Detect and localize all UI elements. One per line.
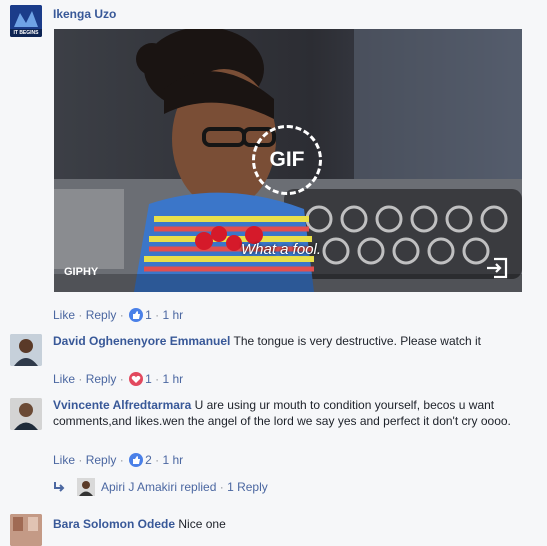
comment-author[interactable]: David Oghenenyore Emmanuel	[53, 334, 230, 348]
avatar-image	[10, 398, 42, 430]
giphy-attribution[interactable]: GIPHY	[64, 266, 98, 278]
reply-count[interactable]: 1 Reply	[227, 480, 268, 494]
avatar[interactable]	[10, 334, 42, 366]
avatar[interactable]	[10, 398, 42, 430]
reply-button[interactable]: Reply	[86, 453, 117, 467]
like-button[interactable]: Like	[53, 372, 75, 386]
comment-actions: Like · Reply · 1 · 1 hr	[53, 371, 183, 387]
separator: ·	[78, 372, 83, 386]
comment-text: The tongue is very destructive. Please w…	[233, 334, 481, 348]
comment: Bara Solomon Odede Nice one	[53, 516, 226, 532]
reaction-count[interactable]: 1	[145, 308, 152, 322]
gif-caption: What a fool.	[241, 241, 322, 258]
replied-label: replied	[180, 480, 217, 494]
reaction-count[interactable]: 2	[145, 453, 152, 467]
comment-actions: Like · Reply · 1 · 1 hr	[53, 307, 183, 323]
separator: ·	[155, 372, 160, 386]
gif-attachment[interactable]: GIF What a fool. GIPHY	[54, 29, 522, 292]
avatar[interactable]	[10, 514, 42, 546]
comment-author[interactable]: Ikenga Uzo	[53, 7, 116, 21]
separator: ·	[78, 308, 83, 322]
like-reaction-icon[interactable]	[129, 453, 144, 467]
separator: ·	[219, 480, 224, 494]
separator: ·	[119, 372, 124, 386]
avatar-image	[10, 334, 42, 366]
separator: ·	[155, 308, 160, 322]
comment-author[interactable]: Bara Solomon Odede	[53, 517, 175, 531]
expand-icon[interactable]	[485, 257, 509, 279]
like-reaction-icon[interactable]	[129, 308, 144, 322]
reply-button[interactable]: Reply	[86, 372, 117, 386]
timestamp[interactable]: 1 hr	[162, 308, 183, 322]
reaction-count[interactable]: 1	[145, 372, 152, 386]
avatar-caption: IT BEGINS	[13, 30, 39, 36]
like-button[interactable]: Like	[53, 308, 75, 322]
avatar-image	[10, 514, 42, 546]
comment: Vvincente Alfredtarmara U are using ur m…	[53, 397, 523, 429]
replier-avatar	[77, 478, 95, 496]
comment-text: Nice one	[178, 517, 226, 531]
separator: ·	[78, 453, 83, 467]
comment-actions: Like · Reply · 2 · 1 hr	[53, 452, 183, 468]
separator: ·	[155, 453, 160, 467]
view-replies-link[interactable]: Apiri J Amakiri replied · 1 Reply	[53, 476, 268, 498]
love-reaction-icon[interactable]	[129, 372, 144, 386]
timestamp[interactable]: 1 hr	[162, 372, 183, 386]
avatar[interactable]: IT BEGINS	[10, 5, 42, 37]
replier-name[interactable]: Apiri J Amakiri	[101, 480, 177, 494]
reply-arrow-icon	[53, 481, 67, 493]
comment-author[interactable]: Vvincente Alfredtarmara	[53, 398, 191, 412]
comment: David Oghenenyore Emmanuel The tongue is…	[53, 333, 528, 349]
gif-play-button[interactable]: GIF	[252, 125, 322, 195]
separator: ·	[119, 308, 124, 322]
timestamp[interactable]: 1 hr	[162, 453, 183, 467]
separator: ·	[119, 453, 124, 467]
like-button[interactable]: Like	[53, 453, 75, 467]
reply-button[interactable]: Reply	[86, 308, 117, 322]
comment: Ikenga Uzo	[53, 6, 116, 22]
gif-badge-label: GIF	[269, 148, 305, 171]
